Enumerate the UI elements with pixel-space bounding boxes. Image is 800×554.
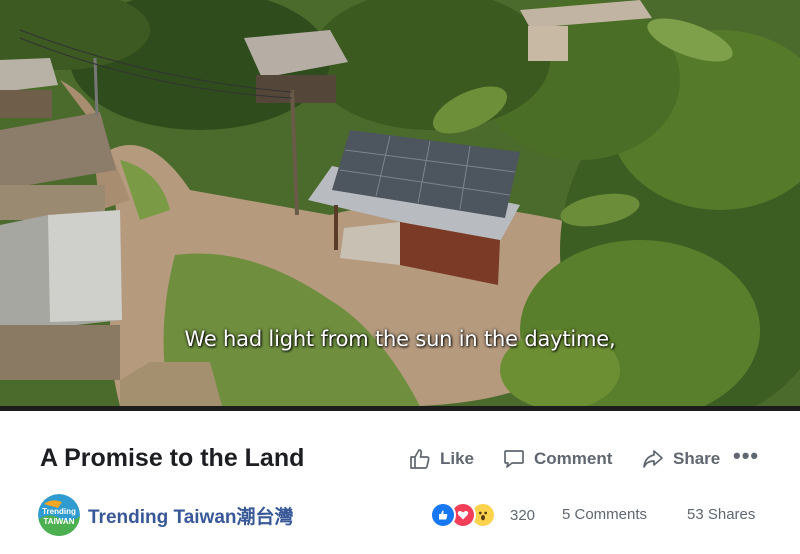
like-icon (430, 502, 456, 528)
page-name-link[interactable]: Trending Taiwan潮台灣 (88, 502, 294, 529)
page-attribution: Trending TAIWAN Trending Taiwan潮台灣 (38, 494, 294, 536)
thumbs-up-icon (410, 449, 430, 469)
avatar[interactable]: Trending TAIWAN (38, 494, 80, 536)
logo-text-bottom: TAIWAN (44, 517, 75, 526)
post-title: A Promise to the Land (40, 444, 305, 472)
reaction-summary[interactable]: 320 (430, 502, 535, 528)
video-subtitle: We had light from the sun in the daytime… (184, 327, 616, 351)
video-player[interactable]: We had light from the sun in the daytime… (0, 0, 800, 406)
comment-label: Comment (534, 449, 613, 468)
share-label: Share (673, 449, 721, 468)
share-button[interactable]: Share (641, 447, 720, 471)
comments-count-link[interactable]: 5 Comments (562, 506, 647, 523)
comment-icon (504, 450, 524, 468)
shares-count-link[interactable]: 53 Shares (687, 506, 755, 523)
share-icon (643, 450, 663, 468)
reaction-count: 320 (510, 506, 536, 524)
like-label: Like (440, 449, 475, 468)
more-options-button[interactable]: ••• (733, 443, 759, 469)
trending-taiwan-logo-icon: Trending TAIWAN (38, 494, 80, 536)
comment-button[interactable]: Comment (502, 447, 612, 471)
post-info: A Promise to the Land Like Comment Share… (0, 411, 800, 554)
logo-text-top: Trending (42, 507, 76, 516)
like-button[interactable]: Like (408, 447, 474, 471)
